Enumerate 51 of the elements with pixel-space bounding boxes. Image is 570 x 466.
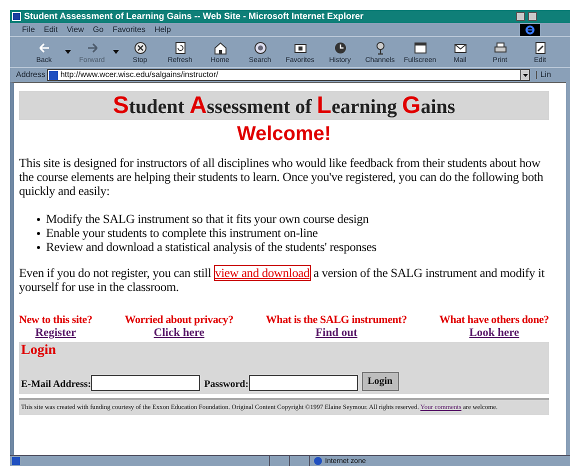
bullet-icon: [37, 246, 40, 248]
menu-item[interactable]: Favorites: [112, 26, 146, 34]
menu-item[interactable]: Edit: [44, 26, 58, 34]
menu-item[interactable]: Go: [92, 26, 104, 34]
stop-icon: [132, 40, 148, 54]
address-field[interactable]: http://www.wcer.wisc.edu/salgains/instructor/: [47, 69, 530, 81]
bullet-icon: [37, 232, 40, 234]
question-link[interactable]: Find out: [315, 327, 358, 340]
links-label[interactable]: Lin: [536, 71, 552, 79]
question-link[interactable]: Register: [35, 327, 76, 340]
dropdown-caret-icon[interactable]: [65, 50, 71, 54]
page-icon: [12, 457, 20, 465]
page-icon: [49, 70, 58, 80]
login-heading: Login: [21, 342, 58, 360]
address-label: Address: [16, 71, 46, 79]
maximize-button[interactable]: [528, 12, 537, 21]
bullet-text: Review and download a statistical analysis of the students' responses: [46, 240, 376, 254]
login-button[interactable]: Login: [362, 372, 399, 391]
window-icon: [412, 40, 428, 54]
browser-logo-icon: [520, 24, 540, 36]
site-title: Student Assessment of Learning Gains: [112, 94, 456, 118]
printer-icon: [492, 40, 508, 54]
email-label: E-Mail Address:: [21, 379, 92, 391]
question-text: Worried about privacy?: [124, 314, 234, 327]
question-text: What have others done?: [439, 314, 549, 327]
download-link[interactable]: view and download: [214, 265, 311, 281]
page-icon: [172, 40, 188, 54]
dropdown-caret-icon[interactable]: [520, 70, 530, 80]
arrow-left-icon: [36, 40, 52, 54]
page-pencil-icon: [532, 40, 548, 54]
intro-paragraph: This site is designed for instructors of all disciplines who would like feedback from their students about how the course elements are helping their students to learn. Once you've registered, you can do the following both quickly and easily:: [19, 156, 544, 198]
clock-icon: [332, 40, 348, 54]
window-title: Student Assessment of Learning Gains -- Web Site - Microsoft Internet Explorer: [24, 12, 364, 21]
page-icon: [12, 12, 21, 21]
question-link[interactable]: Look here: [469, 327, 520, 340]
bullet-icon: [37, 218, 40, 220]
password-field[interactable]: [248, 375, 358, 391]
house-icon: [212, 40, 228, 54]
minimize-button[interactable]: [516, 12, 525, 21]
question-text: New to this site?: [19, 314, 92, 327]
question-text: What is the SALG instrument?: [266, 314, 407, 327]
note-paragraph: Even if you do not register, you can still view and download a version of the SALG instrument and modify it yourself for use in the classroom.: [19, 266, 546, 294]
menu-item[interactable]: File: [22, 26, 35, 34]
bullet-text: Enable your students to complete this instrument on-line: [46, 226, 318, 240]
question-link[interactable]: Click here: [154, 327, 204, 340]
welcome-heading: Welcome!: [236, 122, 332, 146]
menu-item[interactable]: View: [66, 26, 84, 34]
menu-item[interactable]: Help: [154, 26, 171, 34]
password-label: Password:: [204, 379, 249, 391]
email-field[interactable]: [91, 375, 200, 391]
bullet-text: Modify the SALG instrument so that it fits your own course design: [46, 212, 369, 226]
